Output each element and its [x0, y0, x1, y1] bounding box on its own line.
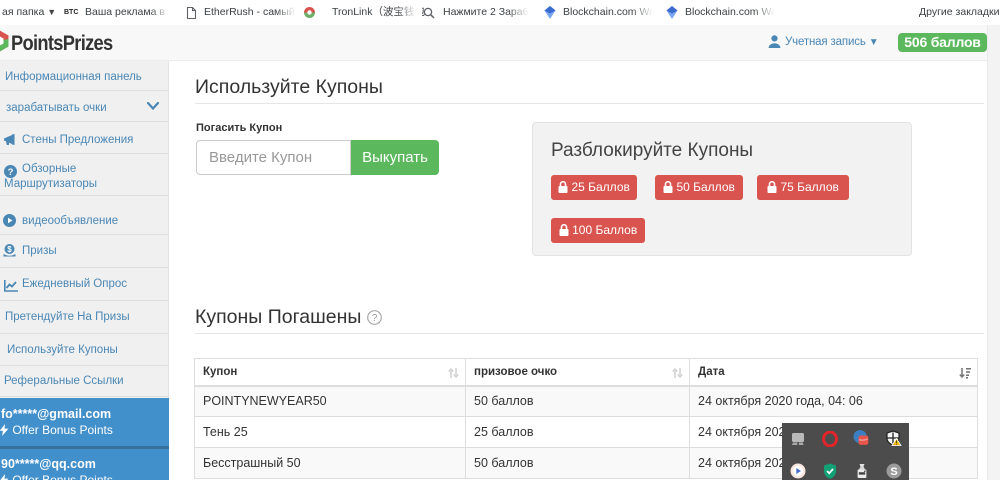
- svg-text:?: ?: [372, 313, 378, 324]
- svg-text:$: $: [7, 245, 12, 254]
- svg-text:!: !: [896, 441, 898, 446]
- svg-text:S: S: [890, 466, 897, 478]
- svg-text:?: ?: [8, 167, 14, 178]
